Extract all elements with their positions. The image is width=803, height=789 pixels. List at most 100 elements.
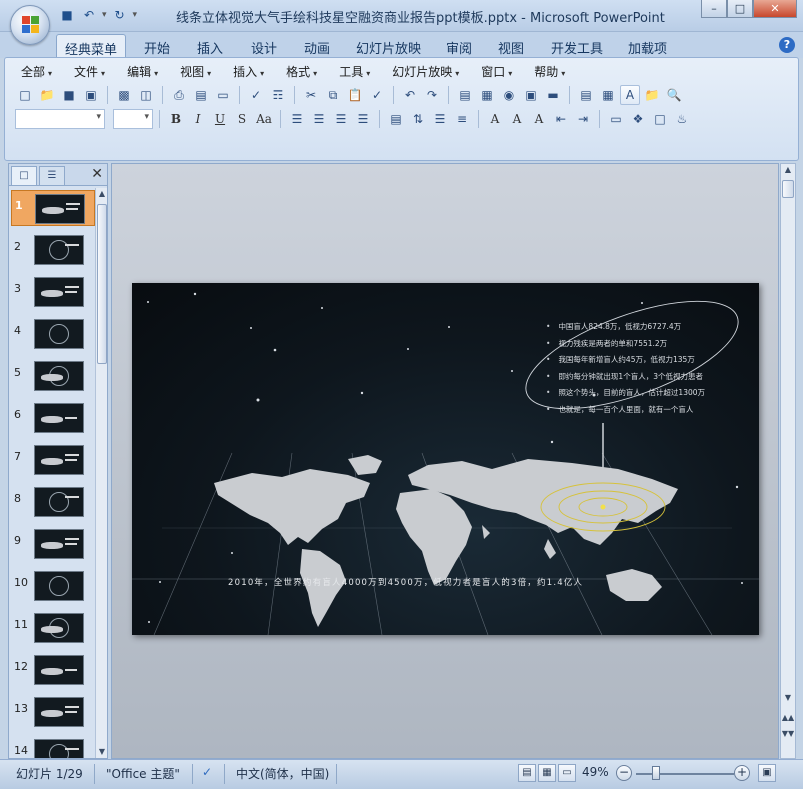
- font-color-button[interactable]: A: [485, 109, 505, 129]
- next-slide-icon[interactable]: ▼▼: [781, 728, 795, 740]
- undo-dropdown-icon[interactable]: ▾: [102, 10, 107, 20]
- slide-thumbnail[interactable]: 10: [11, 568, 95, 604]
- folder-icon[interactable]: 📁: [642, 85, 662, 105]
- undo-icon[interactable]: ↶: [400, 85, 420, 105]
- picture-icon[interactable]: ▣: [521, 85, 541, 105]
- panel-scroll-thumb[interactable]: [97, 204, 107, 364]
- fit-to-window-icon[interactable]: ▣: [758, 764, 776, 782]
- shadow-button[interactable]: S: [232, 109, 252, 129]
- slide-thumbnail[interactable]: 4: [11, 316, 95, 352]
- scroll-down-icon[interactable]: ▼: [96, 746, 108, 758]
- text-box-icon[interactable]: A: [620, 85, 640, 105]
- print-preview-icon[interactable]: ▤: [191, 85, 211, 105]
- new-icon[interactable]: □: [15, 85, 35, 105]
- columns-icon[interactable]: ▤: [386, 109, 406, 129]
- slides-tab-icon[interactable]: □: [11, 166, 37, 185]
- customize-qat-icon[interactable]: ▾: [133, 10, 138, 20]
- minimize-button[interactable]: –: [701, 0, 727, 18]
- slide-thumbnail[interactable]: 12: [11, 652, 95, 688]
- scroll-up-icon[interactable]: ▲: [96, 188, 108, 200]
- menu-insert[interactable]: 插入 ▾: [227, 63, 270, 81]
- zoom-slider-thumb[interactable]: [652, 766, 660, 780]
- redo-icon[interactable]: ↷: [422, 85, 442, 105]
- help-icon[interactable]: ?: [779, 37, 795, 53]
- menu-view[interactable]: 视图 ▾: [174, 63, 217, 81]
- menu-slideshow[interactable]: 幻灯片放映 ▾: [386, 63, 465, 81]
- menu-tools[interactable]: 工具 ▾: [333, 63, 376, 81]
- tab-insert[interactable]: 插入: [189, 34, 231, 58]
- font-size-combo[interactable]: [113, 109, 153, 129]
- slide-thumbnail[interactable]: 7: [11, 442, 95, 478]
- cut-icon[interactable]: ✂: [301, 85, 321, 105]
- slide-thumbnail[interactable]: 14: [11, 736, 95, 758]
- zoom-level[interactable]: 49%: [582, 765, 609, 779]
- bold-button[interactable]: B: [166, 109, 186, 129]
- scroll-up-icon[interactable]: ▲: [781, 164, 795, 176]
- print-icon[interactable]: ⎙: [169, 85, 189, 105]
- shapes-icon[interactable]: ▭: [606, 109, 626, 129]
- menu-all[interactable]: 全部 ▾: [15, 63, 58, 81]
- slide-thumbnail[interactable]: 8: [11, 484, 95, 520]
- menu-help[interactable]: 帮助 ▾: [528, 63, 571, 81]
- chart-icon[interactable]: ▤: [455, 85, 475, 105]
- change-case-button[interactable]: Aa: [254, 109, 274, 129]
- theme-name[interactable]: "Office 主题": [106, 765, 180, 782]
- slideshow-view-icon[interactable]: ▭: [558, 764, 576, 782]
- slide-sorter-icon[interactable]: ▦: [538, 764, 556, 782]
- office-button[interactable]: [10, 5, 50, 45]
- previous-slide-icon[interactable]: ▲▲: [781, 712, 795, 724]
- zoom-out-button[interactable]: −: [616, 765, 632, 781]
- zoom-in-button[interactable]: +: [734, 765, 750, 781]
- copy-icon[interactable]: ⧉: [323, 85, 343, 105]
- align-right-icon[interactable]: ☰: [331, 109, 351, 129]
- slide-thumbnail[interactable]: 11: [11, 610, 95, 646]
- tab-review[interactable]: 审阅: [438, 34, 480, 58]
- find-icon[interactable]: 🔍: [664, 85, 684, 105]
- justify-icon[interactable]: ☰: [353, 109, 373, 129]
- slide-thumbnail[interactable]: 5: [11, 358, 95, 394]
- permission-icon[interactable]: ▣: [81, 85, 101, 105]
- table-icon[interactable]: ▦: [477, 85, 497, 105]
- color-icon[interactable]: ▬: [543, 85, 563, 105]
- close-button[interactable]: ✕: [753, 0, 797, 18]
- decrease-indent-icon[interactable]: ⇤: [551, 109, 571, 129]
- slide-thumbnail[interactable]: 2: [11, 232, 95, 268]
- attach-icon[interactable]: ◫: [136, 85, 156, 105]
- zoom-slider-track[interactable]: [636, 773, 734, 775]
- tab-slideshow[interactable]: 幻灯片放映: [348, 34, 429, 58]
- font-name-combo[interactable]: [15, 109, 105, 129]
- save-icon[interactable]: ■: [58, 6, 76, 24]
- research-icon[interactable]: ☶: [268, 85, 288, 105]
- layout-icon[interactable]: ▦: [598, 85, 618, 105]
- clip-art-icon[interactable]: ◉: [499, 85, 519, 105]
- spelling-check-icon[interactable]: ✓: [202, 765, 212, 779]
- panel-scrollbar[interactable]: ▲ ▼: [95, 188, 107, 758]
- paste-icon[interactable]: 📋: [345, 85, 365, 105]
- menu-format[interactable]: 格式 ▾: [280, 63, 323, 81]
- bullets-icon[interactable]: ≡: [452, 109, 472, 129]
- tab-home[interactable]: 开始: [136, 34, 178, 58]
- grow-font-button[interactable]: A: [507, 109, 527, 129]
- menu-file[interactable]: 文件 ▾: [68, 63, 111, 81]
- current-slide[interactable]: 中国盲人824.8万，低视力6727.4万 视力残疾是两者的单和7551.2万 …: [132, 283, 759, 635]
- maximize-button[interactable]: □: [727, 0, 753, 18]
- scroll-down-icon[interactable]: ▼: [781, 692, 795, 704]
- save-icon[interactable]: ■: [59, 85, 79, 105]
- open-icon[interactable]: 📁: [37, 85, 57, 105]
- increase-indent-icon[interactable]: ⇥: [573, 109, 593, 129]
- slide-thumbnail[interactable]: 1: [11, 190, 95, 226]
- shape-fill-icon[interactable]: ♨: [672, 109, 692, 129]
- redo-icon[interactable]: ↻: [111, 6, 129, 24]
- slide-thumbnail[interactable]: 3: [11, 274, 95, 310]
- export-pdf-icon[interactable]: ▩: [114, 85, 134, 105]
- new-slide-icon[interactable]: ▤: [576, 85, 596, 105]
- tab-animations[interactable]: 动画: [296, 34, 338, 58]
- format-painter-icon[interactable]: ✓: [367, 85, 387, 105]
- align-left-icon[interactable]: ☰: [287, 109, 307, 129]
- numbering-icon[interactable]: ☰: [430, 109, 450, 129]
- underline-button[interactable]: U: [210, 109, 230, 129]
- text-direction-icon[interactable]: ⇅: [408, 109, 428, 129]
- slide-thumbnail[interactable]: 6: [11, 400, 95, 436]
- undo-icon[interactable]: ↶: [80, 6, 98, 24]
- shrink-font-button[interactable]: A: [529, 109, 549, 129]
